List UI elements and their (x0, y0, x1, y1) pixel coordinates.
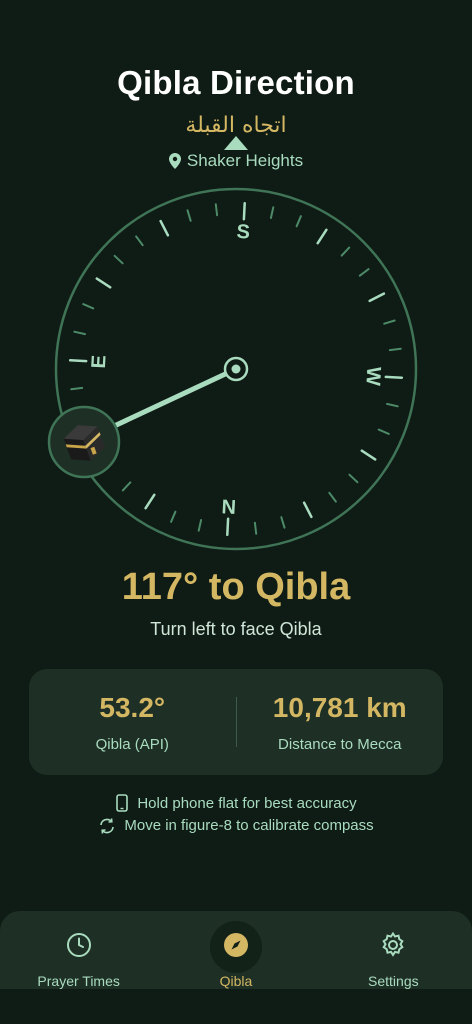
nav-icon-wrap (209, 921, 262, 973)
compass-tick (386, 402, 399, 408)
compass-tick (360, 449, 377, 461)
compass-tick (328, 491, 337, 503)
compass-tick (242, 201, 246, 221)
compass-tick (368, 292, 386, 303)
compass: N E S W (0, 130, 472, 560)
compass-tick (383, 319, 396, 325)
compass-tick (295, 215, 302, 228)
distance-info: 10,781 km Distance to Mecca (237, 692, 444, 753)
distance-label: Distance to Mecca (278, 735, 402, 753)
nav-label: Settings (368, 973, 419, 989)
refresh-icon (98, 817, 116, 834)
page-title: Qibla Direction (117, 64, 355, 101)
heading-indicator-icon (224, 136, 248, 150)
compass-tick (186, 209, 192, 222)
info-card: 53.2° Qibla (API) 10,781 km Distance to … (29, 669, 443, 775)
compass-tick (197, 519, 203, 532)
nav-item-settings[interactable]: Settings (318, 911, 468, 989)
nav-icon-wrap (367, 921, 419, 973)
tip-text: Hold phone flat for best accuracy (137, 794, 357, 812)
compass-tick (384, 375, 404, 379)
qibla-info: 53.2° Qibla (API) (29, 692, 236, 753)
compass-tick (121, 481, 132, 492)
nav-label: Qibla (219, 973, 253, 989)
kaaba-marker (47, 405, 121, 479)
compass-tick (348, 473, 359, 484)
compass-tick (95, 277, 112, 289)
compass-tick (144, 493, 156, 510)
compass-tick (113, 254, 124, 265)
cardinal-e: E (88, 355, 111, 369)
tip-row: Move in figure-8 to calibrate compass (98, 817, 374, 834)
compass-tick (70, 386, 84, 391)
nav-label: Prayer Times (37, 973, 120, 989)
compass-tick (135, 235, 144, 247)
compass-tick (377, 428, 390, 435)
clock-icon (66, 932, 92, 963)
tip-row: Hold phone flat for best accuracy (115, 794, 357, 812)
phone-icon (115, 794, 129, 812)
qibla-needle (107, 366, 239, 431)
compass-icon (223, 932, 249, 963)
tip-text: Move in figure-8 to calibrate compass (124, 817, 374, 834)
cardinal-w: W (361, 366, 384, 386)
nav-item-qibla[interactable]: Qibla (161, 911, 311, 989)
compass-tick (280, 516, 286, 529)
compass-tick (358, 268, 370, 277)
needle-hub-dot (231, 364, 241, 374)
gear-icon (379, 931, 407, 964)
compass-tick (82, 303, 95, 310)
compass-tick (388, 347, 402, 352)
compass-tick (68, 359, 88, 363)
compass-tick (170, 510, 177, 523)
nav-icon-wrap (53, 921, 105, 973)
cardinal-s: S (236, 221, 250, 244)
compass-tick (316, 228, 328, 245)
compass-tick (159, 219, 170, 237)
qibla-value: 53.2° (99, 691, 166, 723)
distance-value: 10,781 km (272, 691, 407, 723)
compass-tick (73, 330, 86, 336)
compass-tick (269, 206, 275, 219)
compass-tick (302, 501, 313, 519)
bottom-nav: Prayer Times Qibla Settings (0, 911, 472, 989)
compass-tick (226, 517, 230, 537)
compass-tick (214, 203, 219, 217)
nav-item-prayer-times[interactable]: Prayer Times (4, 911, 154, 989)
qibla-label: Qibla (API) (95, 735, 169, 753)
compass-tick (253, 521, 258, 535)
qibla-heading: 117° to Qibla (121, 566, 351, 608)
compass-tick (340, 246, 351, 257)
bottom-strip (0, 989, 472, 1024)
tips: Hold phone flat for best accuracy Move i… (0, 794, 472, 834)
cardinal-n: N (221, 494, 237, 517)
turn-instruction: Turn left to face Qibla (150, 619, 322, 639)
